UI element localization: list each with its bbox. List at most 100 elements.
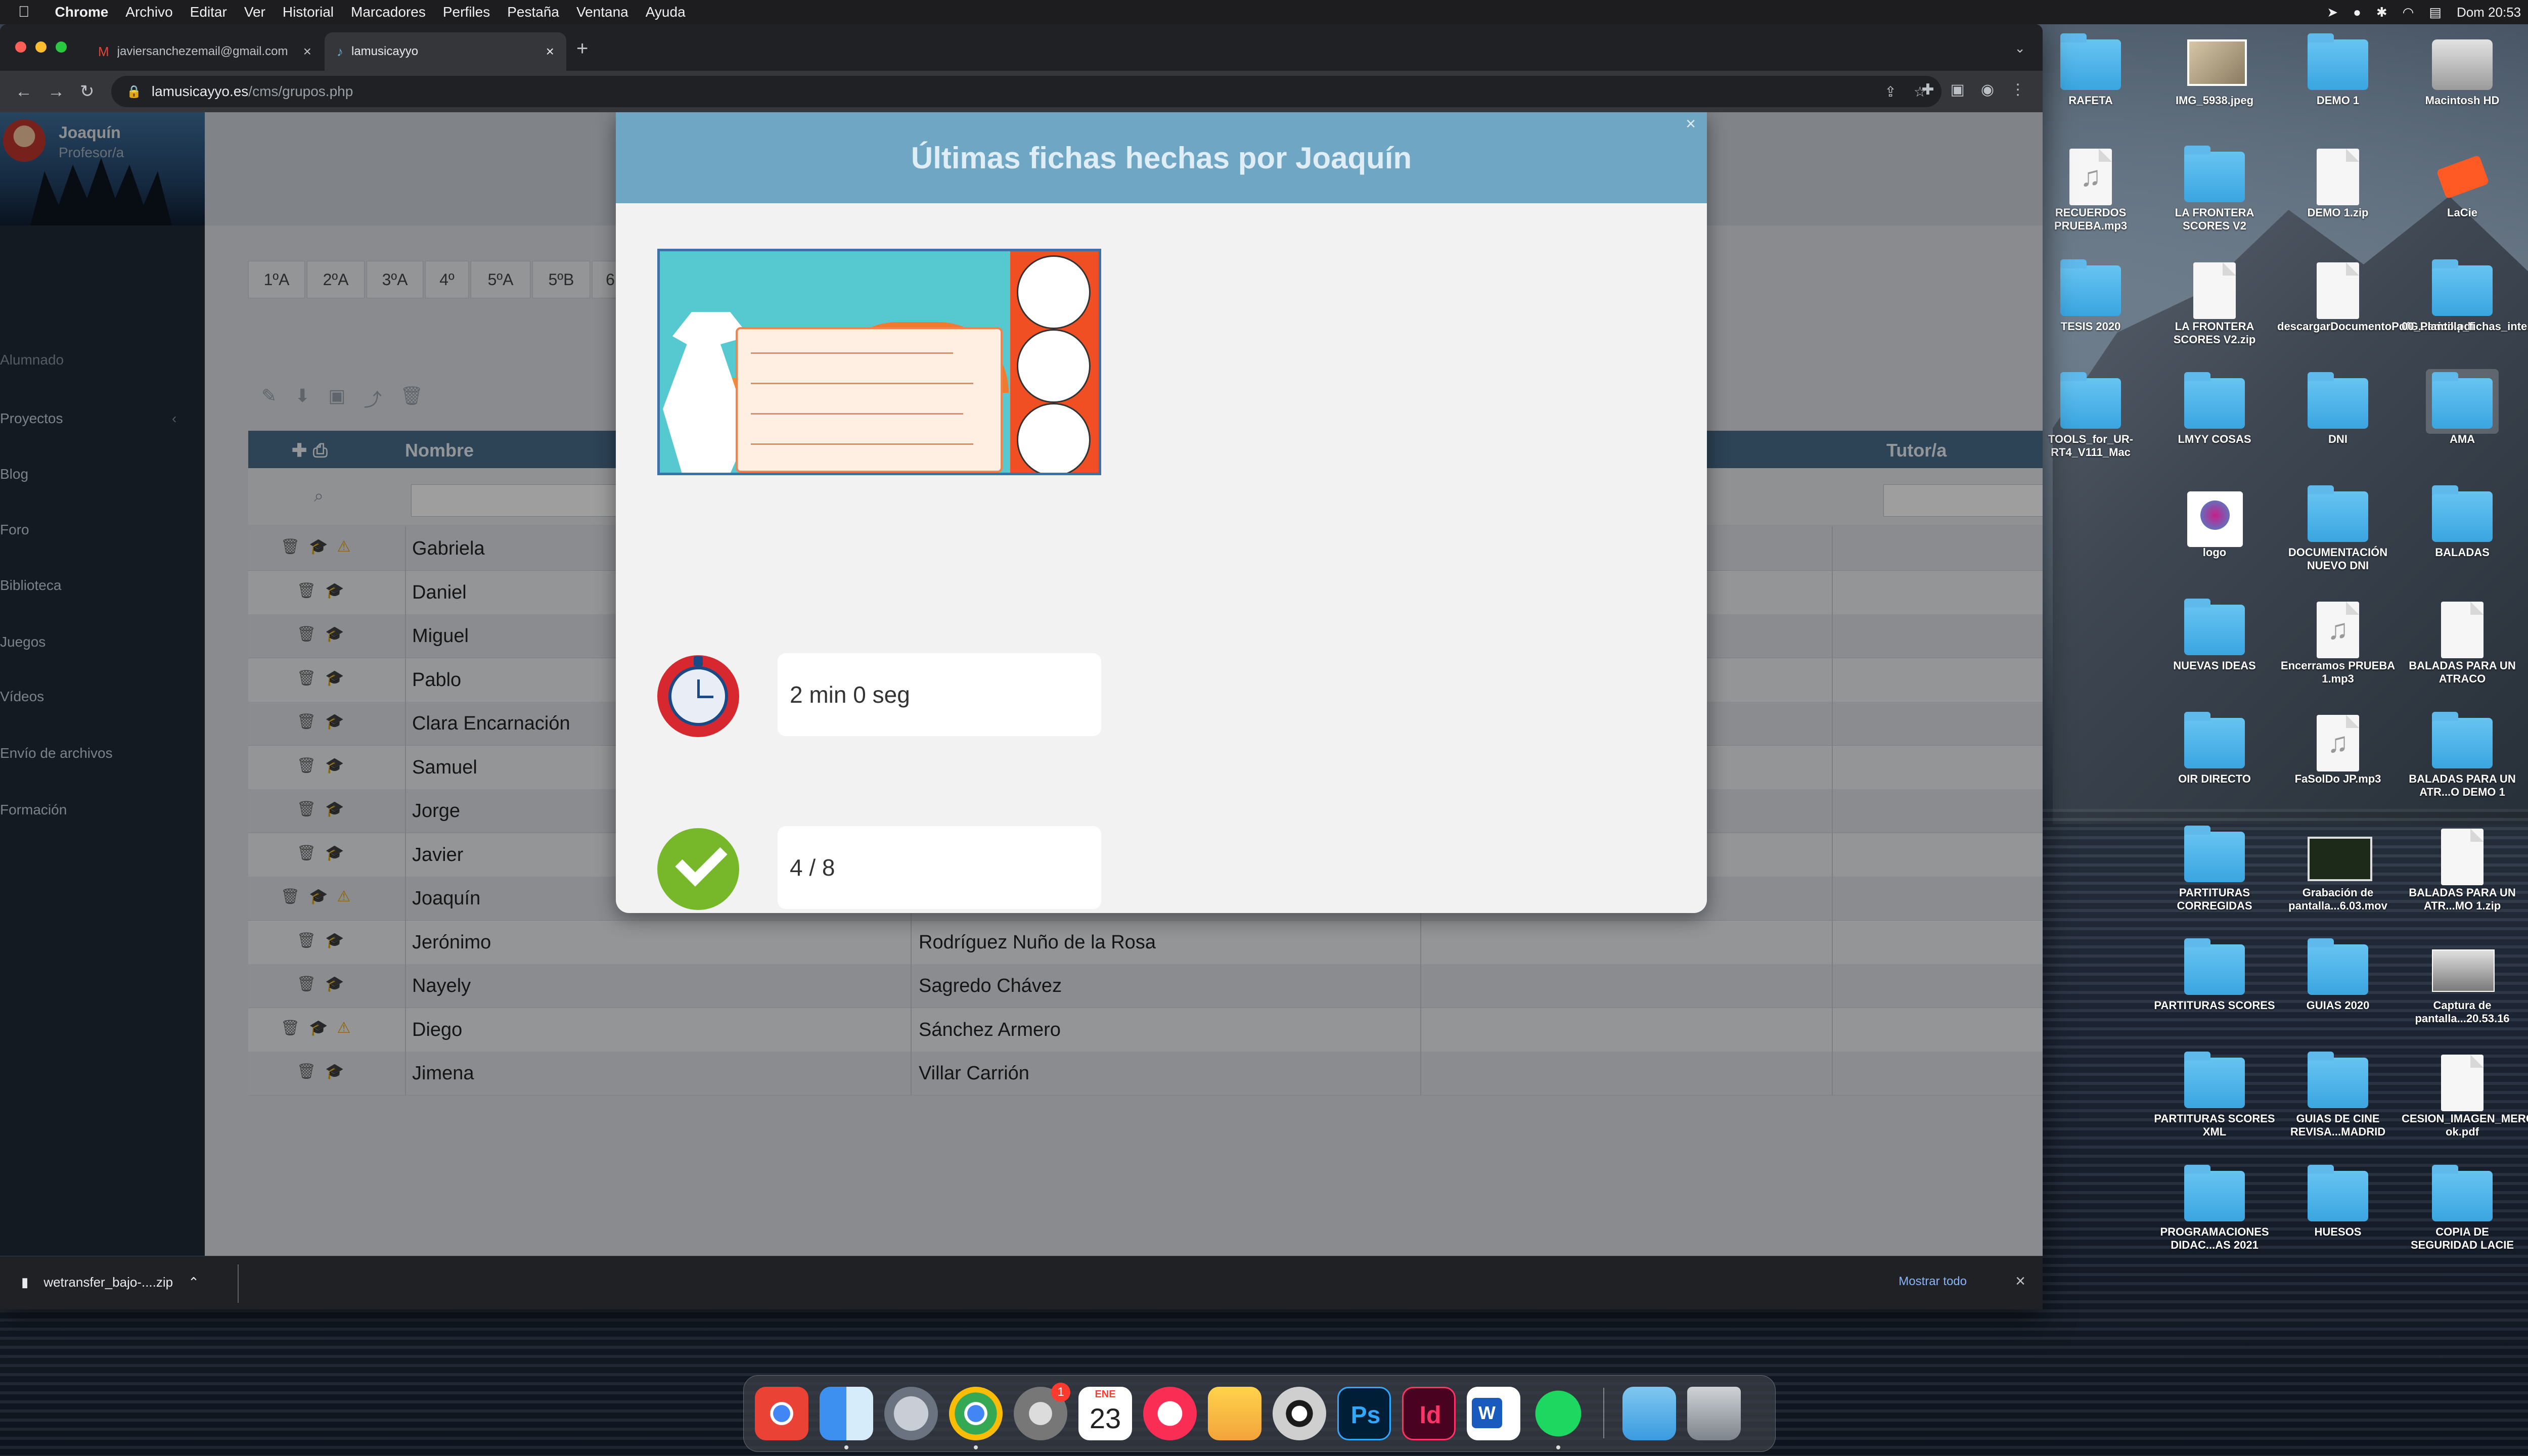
dock-trash-icon[interactable]: [1687, 1387, 1741, 1440]
desktop-icon[interactable]: COPIA DE SEGURIDAD LACIE: [2402, 1165, 2523, 1277]
desktop-icon[interactable]: GUIAS 2020: [2277, 938, 2399, 1051]
side-panel-icon[interactable]: ▣: [1950, 81, 1964, 99]
menu-perfiles[interactable]: Perfiles: [443, 4, 490, 20]
chrome-window: M javiersanchezemail@gmail.com × ♪ lamus…: [0, 24, 2043, 1309]
menu-marcadores[interactable]: Marcadores: [351, 4, 426, 20]
close-window-button[interactable]: [15, 41, 26, 53]
dock-photoshop-icon[interactable]: Ps: [1337, 1387, 1391, 1440]
desktop-icon[interactable]: PARTITURAS CORREGIDAS: [2154, 826, 2275, 938]
desktop-icon-label: BALADAS PARA UN ATR...MO 1.zip: [2409, 886, 2516, 912]
desktop-icon[interactable]: IMG_5938.jpeg: [2154, 39, 2275, 146]
show-all-downloads-link[interactable]: Mostrar todo: [1899, 1275, 1967, 1289]
forward-icon[interactable]: →: [48, 82, 65, 102]
close-tab-icon[interactable]: ×: [546, 43, 554, 60]
site-icon: ♪: [337, 43, 343, 59]
chevron-up-icon[interactable]: ⌃: [188, 1275, 199, 1290]
desktop-icon[interactable]: ♫ RECUERDOS PRUEBA.mp3: [2030, 149, 2151, 258]
close-icon[interactable]: ×: [1686, 114, 1696, 134]
desktop-icon[interactable]: Captura de pantalla...20.53.16: [2402, 944, 2523, 1051]
dock-spotify-icon[interactable]: [1531, 1387, 1585, 1440]
location-icon[interactable]: ➤: [2327, 5, 2338, 20]
desktop-icon[interactable]: Grabación de pantalla...6.03.mov: [2277, 832, 2399, 938]
desktop-icon[interactable]: ♫ FaSolDo JP.mp3: [2277, 715, 2399, 824]
desktop-icon[interactable]: descargarDocumentoPdfG...erico.pdf: [2277, 262, 2474, 372]
desktop-icon[interactable]: AMA: [2402, 369, 2523, 484]
new-tab-button[interactable]: +: [576, 37, 588, 60]
tab-gmail[interactable]: M javiersanchezemail@gmail.com ×: [86, 32, 324, 71]
dock-music-icon[interactable]: [1143, 1387, 1197, 1440]
close-tab-icon[interactable]: ×: [303, 43, 311, 60]
worksheet-thumbnail[interactable]: [657, 249, 1101, 475]
download-filename: wetransfer_bajo-....zip: [43, 1275, 173, 1290]
menu-chrome[interactable]: Chrome: [55, 4, 109, 20]
dock-system-preferences-icon[interactable]: 1: [1014, 1383, 1070, 1440]
lock-icon[interactable]: 🔒: [126, 84, 142, 99]
desktop-icon[interactable]: LA FRONTERA SCORES V2.zip: [2154, 262, 2275, 372]
desktop-icon-label: LaCie: [2447, 206, 2477, 219]
dock-chrome-icon[interactable]: [949, 1387, 1003, 1440]
wifi-icon[interactable]: ◠: [2403, 5, 2414, 20]
menu-archivo[interactable]: Archivo: [125, 4, 172, 20]
desktop-icon[interactable]: Macintosh HD: [2402, 39, 2523, 146]
dock-indesign-icon[interactable]: Id: [1402, 1387, 1456, 1440]
dock-finder-icon[interactable]: [820, 1387, 873, 1440]
dock-calendar-icon[interactable]: ENE 23: [1078, 1387, 1132, 1440]
profile-avatar-icon[interactable]: ◉: [1981, 81, 1994, 99]
desktop-icon[interactable]: OIR DIRECTO: [2154, 712, 2275, 824]
desktop-icon[interactable]: NUEVAS IDEAS: [2154, 599, 2275, 711]
menu-ventana[interactable]: Ventana: [576, 4, 628, 20]
menu-editar[interactable]: Editar: [190, 4, 227, 20]
desktop-icon[interactable]: logo: [2154, 491, 2275, 598]
desktop-icon[interactable]: DEMO 1.zip: [2277, 149, 2399, 258]
dock-pages-icon[interactable]: [1208, 1387, 1261, 1440]
desktop-icon[interactable]: TESIS 2020: [2030, 259, 2151, 372]
desktop-icon[interactable]: CESION_IMAGEN_MERCR...NA ok.pdf: [2402, 1055, 2528, 1164]
apple-menu-icon[interactable]: : [18, 4, 30, 21]
notification-icon[interactable]: ●: [2353, 5, 2361, 20]
desktop-icon[interactable]: LaCie: [2402, 152, 2523, 258]
desktop-icon[interactable]: LMYY COSAS: [2154, 372, 2275, 484]
close-shelf-icon[interactable]: ×: [2015, 1271, 2025, 1291]
desktop-icon[interactable]: HUESOS: [2277, 1165, 2399, 1277]
desktop-icon[interactable]: RAFETA: [2030, 33, 2151, 146]
back-icon[interactable]: ←: [15, 82, 32, 102]
desktop-icon[interactable]: LA FRONTERA SCORES V2: [2154, 146, 2275, 258]
menu-pestana[interactable]: Pestaña: [507, 4, 559, 20]
dock-downloads-folder-icon[interactable]: [1622, 1387, 1676, 1440]
folder-icon: [2184, 599, 2245, 655]
desktop-icon[interactable]: DNI: [2277, 372, 2399, 484]
reload-icon[interactable]: ↻: [80, 81, 95, 102]
bluetooth-icon[interactable]: ✱: [2376, 5, 2387, 20]
control-center-icon[interactable]: ▤: [2429, 5, 2442, 20]
menu-ver[interactable]: Ver: [244, 4, 265, 20]
tab-search-chevron-icon[interactable]: ⌄: [2014, 40, 2025, 56]
desktop-icon[interactable]: BALADAS PARA UN ATR...O DEMO 1: [2402, 712, 2523, 824]
chrome-menu-icon[interactable]: ⋮: [2010, 81, 2025, 99]
desktop-icon[interactable]: BALADAS PARA UN ATRACO: [2402, 602, 2523, 711]
menu-ayuda[interactable]: Ayuda: [646, 4, 686, 20]
desktop-icon[interactable]: BALADAS PARA UN ATR...MO 1.zip: [2402, 829, 2523, 938]
dock-dvd-player-icon[interactable]: [1273, 1387, 1326, 1440]
dock-chrome-canary-icon[interactable]: [755, 1387, 808, 1440]
address-bar[interactable]: 🔒 lamusicayyo.es /cms/grupos.php ⇪ ☆: [111, 76, 1942, 107]
desktop-icon[interactable]: 00_Plantilla_fichas_interactivas: [2402, 259, 2528, 372]
desktop-icon[interactable]: DOCUMENTACIÓN NUEVO DNI: [2277, 485, 2399, 598]
desktop-icon[interactable]: GUIAS DE CINE REVISA...MADRID: [2277, 1052, 2399, 1164]
download-item[interactable]: ▮ wetransfer_bajo-....zip ⌃: [21, 1275, 199, 1290]
desktop-icon[interactable]: TOOLS_for_UR-RT4_V111_Mac: [2030, 372, 2151, 484]
zoom-window-button[interactable]: [56, 41, 67, 53]
tab-lamusicayyo[interactable]: ♪ lamusicayyo ×: [325, 32, 566, 71]
desktop-icon[interactable]: PROGRAMACIONES DIDAC...AS 2021: [2154, 1165, 2275, 1277]
share-icon[interactable]: ⇪: [1884, 83, 1896, 100]
menubar-clock[interactable]: Dom 20:53: [2457, 5, 2521, 20]
dock-word-icon[interactable]: W: [1467, 1387, 1520, 1440]
desktop-icon[interactable]: ♫ Encerramos PRUEBA 1.mp3: [2277, 602, 2399, 711]
minimize-window-button[interactable]: [35, 41, 47, 53]
desktop-icon[interactable]: BALADAS: [2402, 485, 2523, 598]
desktop-icon[interactable]: PARTITURAS SCORES: [2154, 938, 2275, 1051]
menu-historial[interactable]: Historial: [283, 4, 334, 20]
desktop-icon[interactable]: DEMO 1: [2277, 33, 2399, 146]
extensions-icon[interactable]: ✚: [1921, 81, 1934, 99]
dock-launchpad-icon[interactable]: [884, 1387, 938, 1440]
desktop-icon[interactable]: PARTITURAS SCORES XML: [2154, 1052, 2275, 1164]
